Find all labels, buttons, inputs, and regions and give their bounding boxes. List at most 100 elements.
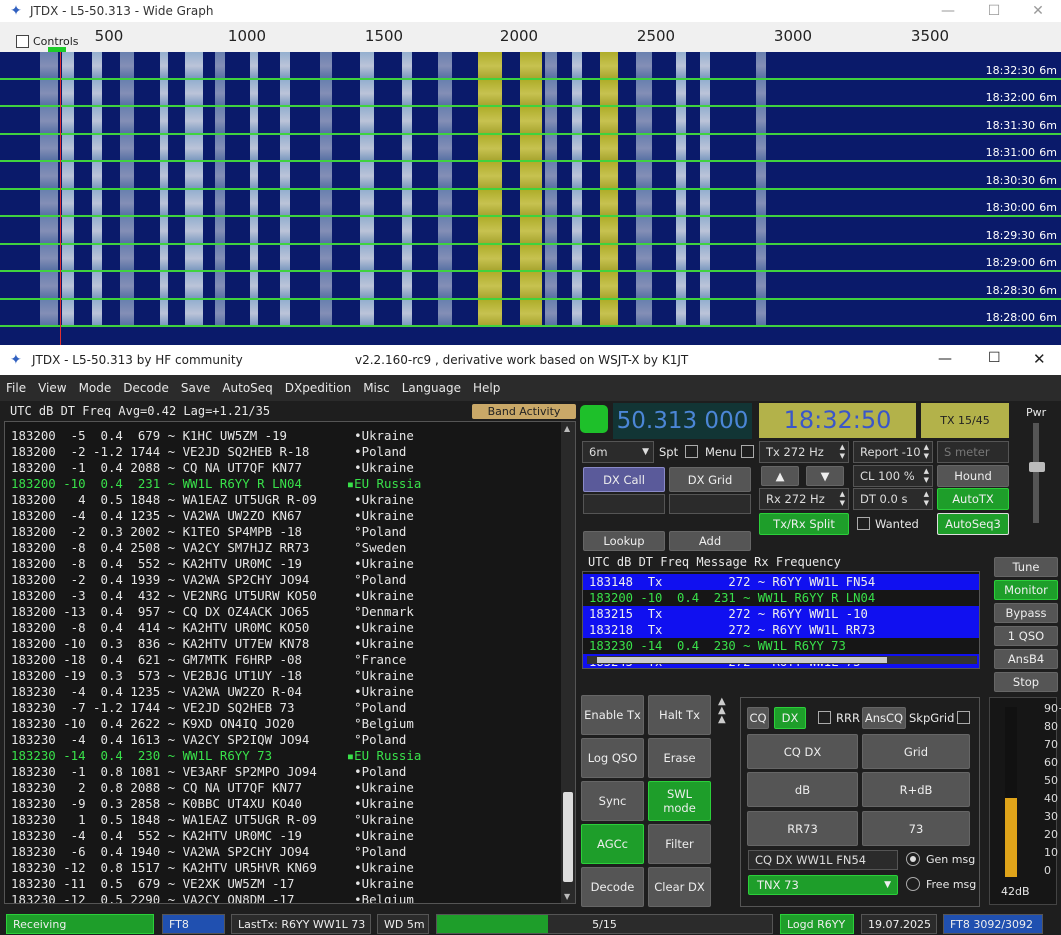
decode-row[interactable]: 183200 -2 0.3 2002 ~ K1TEO SP4MPB -18 °P… [5, 524, 575, 540]
band-activity-scrollbar[interactable]: ▲ ▼ [561, 422, 575, 903]
dx-call-input[interactable] [583, 494, 665, 514]
wanted-checkbox[interactable] [857, 517, 870, 530]
close-icon[interactable]: ✕ [1033, 350, 1046, 368]
down-arrow-button[interactable]: ▼ [806, 466, 844, 486]
decode-row[interactable]: 183200 -5 0.4 679 ~ K1HC UW5ZM -19 •Ukra… [5, 428, 575, 444]
db-message-button[interactable]: dB [747, 772, 858, 807]
free-msg-radio[interactable] [906, 877, 920, 891]
decode-row[interactable]: 183200 -13 0.4 957 ~ CQ DX OZ4ACK JO65 °… [5, 604, 575, 620]
rx-frequency-row[interactable]: 183230 -14 0.4 230 ~ WW1L R6YY 73 [583, 638, 979, 654]
cq-button[interactable]: CQ [747, 707, 769, 729]
menu-item[interactable]: Language [402, 381, 461, 395]
decode-row[interactable]: 183200 -2 0.4 1939 ~ VA2WA SP2CHY JO94 °… [5, 572, 575, 588]
tx-slot-button[interactable]: TX 15/45 [921, 403, 1009, 438]
swl-mode-button[interactable]: SWL mode [648, 781, 711, 821]
rx-frequency-row[interactable]: 183148 Tx 272 ~ R6YY WW1L FN54 [583, 574, 979, 590]
dx-toggle-button[interactable]: DX [774, 707, 806, 729]
close-icon[interactable]: ✕ [1015, 0, 1061, 22]
rx-frequency-row[interactable]: 183218 Tx 272 ~ R6YY WW1L RR73 [583, 622, 979, 638]
menu-item[interactable]: File [6, 381, 26, 395]
dx-grid-input[interactable] [669, 494, 751, 514]
decode-row[interactable]: 183230 -4 0.4 1613 ~ VA2CY SP2IQW JO94 °… [5, 732, 575, 748]
checkbox-box[interactable] [16, 35, 29, 48]
rr73-message-button[interactable]: RR73 [747, 811, 858, 846]
decode-row[interactable]: 183230 -14 0.4 230 ~ WW1L R6YY 73 ▪EU Ru… [5, 748, 575, 764]
tx-frequency-spinbox[interactable]: Tx 272 Hz ▲ ▼ [759, 441, 849, 463]
maximize-icon[interactable]: ☐ [988, 350, 1001, 366]
clear-dx-button[interactable]: Clear DX [648, 867, 711, 907]
scrollbar-thumb[interactable] [597, 657, 887, 663]
decode-row[interactable]: 183230 -6 0.4 1940 ~ VA2WA SP2CHY JO94 °… [5, 844, 575, 860]
filter-button[interactable]: Filter [648, 824, 711, 864]
wide-graph-titlebar[interactable]: ✦ JTDX - L5-50.313 - Wide Graph — ☐ ✕ [0, 0, 1061, 22]
dt-spinbox[interactable]: DT 0.0 s ▲ ▼ [853, 488, 933, 510]
report-spinbox[interactable]: Report -10 ▲ ▼ [853, 441, 933, 463]
decode-row[interactable]: 183230 -10 0.4 2622 ~ K9XD ON4IQ JO20 °B… [5, 716, 575, 732]
decode-row[interactable]: 183230 -12 0.5 2290 ~ VA2CY ON8DM -17 •B… [5, 892, 575, 903]
scroll-down-icon[interactable]: ▼ [564, 892, 570, 901]
spin-arrows-icon[interactable]: ▲ ▼ [924, 467, 929, 485]
monitor-button[interactable]: Monitor [994, 580, 1058, 600]
free-msg-select[interactable]: TNX 73 ▼ [748, 875, 898, 895]
decode-button[interactable]: Decode [581, 867, 644, 907]
decode-row[interactable]: 183200 -10 0.3 836 ~ KA2HTV UT7EW KN78 •… [5, 636, 575, 652]
pwr-slider-track[interactable] [1033, 423, 1039, 523]
decode-row[interactable]: 183230 -9 0.3 2858 ~ K0BBC UT4XU KO40 •U… [5, 796, 575, 812]
stop-button[interactable]: Stop [994, 672, 1058, 692]
anscq-button[interactable]: AnsCQ [862, 707, 906, 729]
band-activity-list[interactable]: 183200 -5 0.4 679 ~ K1HC UW5ZM -19 •Ukra… [4, 421, 576, 904]
dx-grid-button[interactable]: DX Grid [669, 467, 751, 492]
decode-row[interactable]: 183230 -7 -1.2 1744 ~ VE2JD SQ2HEB 73 °P… [5, 700, 575, 716]
cl-spinbox[interactable]: CL 100 % ▲ ▼ [853, 465, 933, 487]
hound-button[interactable]: Hound [937, 465, 1009, 487]
scroll-up-icon[interactable]: ▲ [564, 424, 570, 433]
decode-row[interactable]: 183200 -2 -1.2 1744 ~ VE2JD SQ2HEB R-18 … [5, 444, 575, 460]
rx-frequency-list[interactable]: 183148 Tx 272 ~ R6YY WW1L FN54 183200 -10… [582, 571, 980, 669]
decode-row[interactable]: 183230 -11 0.5 679 ~ VE2XK UW5ZM -17 •Uk… [5, 876, 575, 892]
tune-button[interactable]: Tune [994, 557, 1058, 577]
agcc-button[interactable]: AGCc [581, 824, 644, 864]
add-button[interactable]: Add [669, 531, 751, 551]
menu-item[interactable]: Decode [123, 381, 169, 395]
decode-row[interactable]: 183200 -8 0.4 2508 ~ VA2CY SM7HJZ RR73 °… [5, 540, 575, 556]
decode-row[interactable]: 183200 -3 0.4 432 ~ VE2NRG UT5URW KO50 •… [5, 588, 575, 604]
menu-item[interactable]: DXpedition [285, 381, 351, 395]
arrows-icon[interactable]: ▲ ▲ ▲ [718, 697, 726, 725]
decode-row[interactable]: 183230 -1 0.8 1081 ~ VE3ARF SP2MPO JO94 … [5, 764, 575, 780]
halt-tx-button[interactable]: Halt Tx [648, 695, 711, 735]
rrr-checkbox[interactable] [818, 711, 831, 724]
spin-arrows-icon[interactable]: ▲ ▼ [924, 490, 929, 508]
decode-row[interactable]: 183200 -18 0.4 621 ~ GM7MTK F6HRP -08 °F… [5, 652, 575, 668]
autotx-button[interactable]: AutoTX [937, 488, 1009, 510]
decode-row[interactable]: 183200 -8 0.4 552 ~ KA2HTV UR0MC -19 •Uk… [5, 556, 575, 572]
log-qso-button[interactable]: Log QSO [581, 738, 644, 778]
spin-arrows-icon[interactable]: ▲ ▼ [840, 443, 845, 461]
menu-item[interactable]: AutoSeq [222, 381, 272, 395]
rx-frequency-row[interactable]: 183215 Tx 272 ~ R6YY WW1L -10 [583, 606, 979, 622]
menu-item[interactable]: Mode [79, 381, 112, 395]
decode-row[interactable]: 183230 -12 0.8 1517 ~ KA2HTV UR5HVR KN69… [5, 860, 575, 876]
decode-row[interactable]: 183200 -10 0.4 231 ~ WW1L R6YY R LN04 ▪E… [5, 476, 575, 492]
decode-row[interactable]: 183200 -19 0.3 573 ~ VE2BJG UT1UY -18 °U… [5, 668, 575, 684]
decode-row[interactable]: 183230 -4 0.4 1235 ~ VA2WA UW2ZO R-04 •U… [5, 684, 575, 700]
skpgrid-checkbox[interactable] [957, 711, 970, 724]
band-select[interactable]: 6m ▼ [582, 441, 654, 463]
bypass-button[interactable]: Bypass [994, 603, 1058, 623]
tx-rx-split-button[interactable]: Tx/Rx Split [759, 513, 849, 535]
lookup-button[interactable]: Lookup [583, 531, 665, 551]
spin-arrows-icon[interactable]: ▲ ▼ [924, 443, 929, 461]
decode-row[interactable]: 183200 -1 0.4 2088 ~ CQ NA UT7QF KN77 •U… [5, 460, 575, 476]
one-qso-button[interactable]: 1 QSO [994, 626, 1058, 646]
rx-list-hscrollbar[interactable] [587, 656, 977, 664]
menu-item[interactable]: Save [181, 381, 210, 395]
decode-row[interactable]: 183200 -4 0.4 1235 ~ VA2WA UW2ZO KN67 •U… [5, 508, 575, 524]
decode-row[interactable]: 183230 -4 0.4 552 ~ KA2HTV UR0MC -19 •Uk… [5, 828, 575, 844]
maximize-icon[interactable]: ☐ [971, 0, 1017, 22]
gen-msg-radio[interactable] [906, 852, 920, 866]
scrollbar-thumb[interactable] [563, 792, 573, 882]
ansb4-button[interactable]: AnsB4 [994, 649, 1058, 669]
rx-frequency-row[interactable]: 183200 -10 0.4 231 ~ WW1L R6YY R LN04 [583, 590, 979, 606]
erase-button[interactable]: Erase [648, 738, 711, 778]
decode-row[interactable]: 183200 -8 0.4 414 ~ KA2HTV UR0MC KO50 •U… [5, 620, 575, 636]
dx-call-button[interactable]: DX Call [583, 467, 665, 492]
